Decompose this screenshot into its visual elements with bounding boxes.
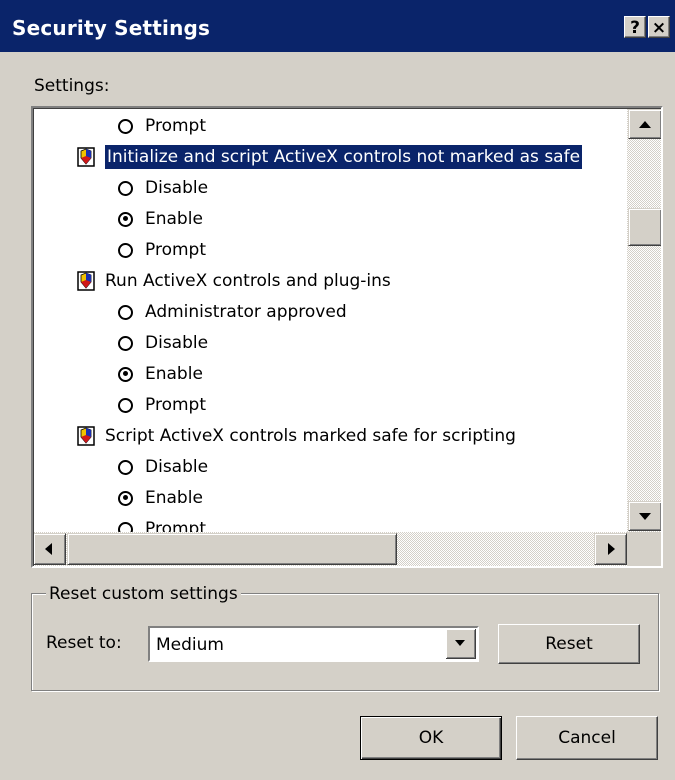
arrow-up-icon xyxy=(639,121,651,128)
setting-category[interactable]: Run ActiveX controls and plug-ins xyxy=(77,267,391,295)
setting-option[interactable]: Disable xyxy=(118,174,208,202)
list-item-label: Script ActiveX controls marked safe for … xyxy=(105,426,516,446)
list-item-label: Administrator approved xyxy=(145,302,347,322)
setting-option[interactable]: Disable xyxy=(118,329,208,357)
setting-option[interactable]: Prompt xyxy=(118,391,206,419)
horizontal-scrollbar[interactable] xyxy=(33,532,627,566)
list-item-label: Run ActiveX controls and plug-ins xyxy=(105,271,391,291)
radio-unchecked-icon[interactable] xyxy=(118,304,133,320)
reset-group-legend: Reset custom settings xyxy=(46,584,241,604)
arrow-down-icon xyxy=(639,513,651,520)
vertical-scroll-thumb[interactable] xyxy=(628,208,661,246)
reset-to-label: Reset to: xyxy=(46,633,122,653)
radio-checked-icon[interactable] xyxy=(118,490,133,506)
arrow-left-icon xyxy=(45,543,52,555)
setting-category-icon xyxy=(77,271,95,291)
list-item-label: Enable xyxy=(145,364,203,384)
radio-unchecked-icon[interactable] xyxy=(118,242,133,258)
reset-level-value: Medium xyxy=(156,635,224,655)
close-button[interactable]: × xyxy=(648,16,670,38)
radio-checked-icon[interactable] xyxy=(118,211,133,227)
list-item-label: Disable xyxy=(145,333,209,353)
help-button[interactable]: ? xyxy=(624,16,646,38)
list-item-label: Disable xyxy=(145,457,209,477)
title-bar[interactable]: Security Settings ? × xyxy=(0,0,675,52)
setting-option[interactable]: Prompt xyxy=(118,112,206,140)
radio-unchecked-icon[interactable] xyxy=(118,335,133,351)
setting-option[interactable]: Enable xyxy=(118,484,203,512)
scroll-up-button[interactable] xyxy=(628,109,661,139)
chevron-down-icon xyxy=(455,640,465,646)
setting-category[interactable]: Initialize and script ActiveX controls n… xyxy=(77,143,583,171)
setting-option[interactable]: Enable xyxy=(118,205,203,233)
list-item-label: Enable xyxy=(145,488,203,508)
arrow-right-icon xyxy=(608,543,615,555)
settings-listbox[interactable]: Prompt Initialize and script ActiveX cont… xyxy=(31,106,663,568)
setting-option[interactable]: Enable xyxy=(118,360,203,388)
dropdown-button[interactable] xyxy=(446,629,476,659)
scroll-right-button[interactable] xyxy=(594,533,627,565)
scroll-left-button[interactable] xyxy=(33,533,66,565)
list-item-label: Initialize and script ActiveX controls n… xyxy=(105,145,583,169)
list-item-label: Prompt xyxy=(145,519,206,532)
reset-button[interactable]: Reset xyxy=(498,624,640,664)
ok-button[interactable]: OK xyxy=(360,716,502,760)
setting-option[interactable]: Disable xyxy=(118,453,208,481)
list-item-label: Prompt xyxy=(145,116,206,136)
setting-category-icon xyxy=(77,147,95,167)
horizontal-scroll-thumb[interactable] xyxy=(67,533,397,565)
cancel-button[interactable]: Cancel xyxy=(516,716,658,760)
radio-unchecked-icon[interactable] xyxy=(118,397,133,413)
setting-category[interactable]: Script ActiveX controls marked safe for … xyxy=(77,422,516,450)
setting-option[interactable]: Prompt xyxy=(118,515,206,532)
scrollbar-corner xyxy=(627,532,661,566)
window-title: Security Settings xyxy=(12,16,211,40)
settings-label: Settings: xyxy=(34,76,110,96)
setting-option[interactable]: Prompt xyxy=(118,236,206,264)
list-item-label: Prompt xyxy=(145,240,206,260)
radio-unchecked-icon[interactable] xyxy=(118,180,133,196)
settings-list[interactable]: Prompt Initialize and script ActiveX cont… xyxy=(33,108,627,532)
setting-category-icon xyxy=(77,426,95,446)
list-item-label: Disable xyxy=(145,178,209,198)
radio-unchecked-icon[interactable] xyxy=(118,459,133,475)
radio-checked-icon[interactable] xyxy=(118,366,133,382)
vertical-scrollbar[interactable] xyxy=(627,108,661,532)
reset-level-combobox[interactable]: Medium xyxy=(148,626,479,662)
setting-option[interactable]: Administrator approved xyxy=(118,298,347,326)
radio-unchecked-icon[interactable] xyxy=(118,118,133,134)
radio-unchecked-icon[interactable] xyxy=(118,521,133,532)
list-item-label: Enable xyxy=(145,209,203,229)
scroll-down-button[interactable] xyxy=(628,501,661,531)
list-item-label: Prompt xyxy=(145,395,206,415)
